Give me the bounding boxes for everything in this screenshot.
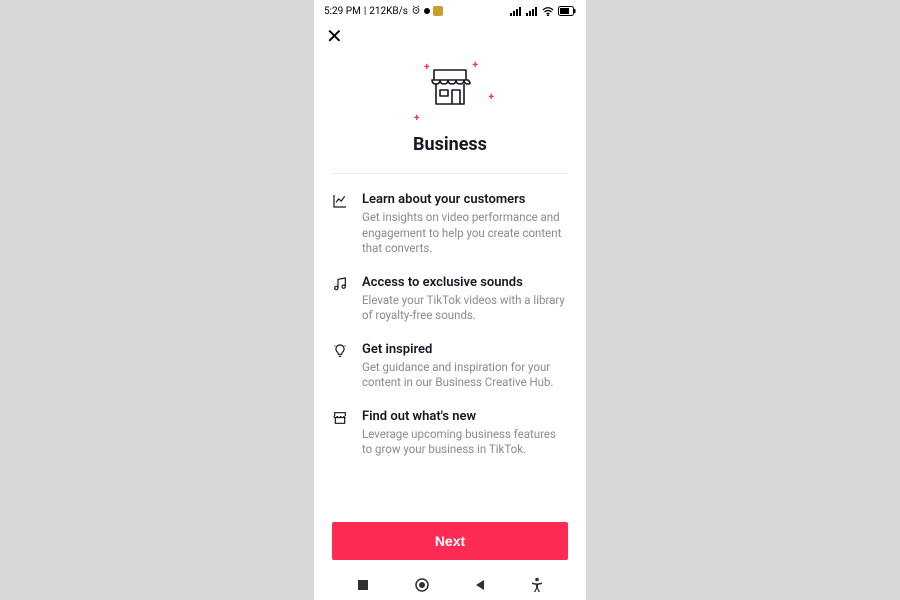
status-time: 5:29 PM (324, 6, 361, 17)
recents-icon[interactable] (356, 578, 370, 592)
sparkle-icon: + (414, 113, 419, 124)
close-icon[interactable]: ✕ (326, 26, 343, 46)
feature-title: Find out what's new (362, 409, 568, 424)
signal-icon (510, 7, 522, 16)
feature-item: Learn about your customers Get insights … (332, 192, 568, 257)
status-right (510, 6, 576, 16)
feature-item: Access to exclusive sounds Elevate your … (332, 275, 568, 324)
back-icon[interactable] (474, 578, 486, 592)
analytics-icon (332, 192, 350, 257)
sparkle-icon: + (489, 92, 494, 103)
signal-icon-2 (526, 7, 538, 16)
status-bar: 5:29 PM | 212KB/s (314, 0, 586, 22)
alarm-icon (411, 5, 421, 18)
home-icon[interactable] (414, 577, 430, 593)
status-app-icon (433, 6, 443, 16)
next-button[interactable]: Next (332, 522, 568, 560)
hero-section: + + + + Business (332, 50, 568, 174)
lightbulb-icon (332, 342, 350, 391)
feature-text: Access to exclusive sounds Elevate your … (362, 275, 568, 324)
feature-title: Access to exclusive sounds (362, 275, 568, 290)
status-dot-icon (424, 8, 430, 14)
feature-desc: Get guidance and inspiration for your co… (362, 360, 568, 391)
status-left: 5:29 PM | 212KB/s (324, 5, 443, 18)
status-separator: | (364, 6, 366, 17)
accessibility-icon[interactable] (530, 577, 544, 593)
battery-icon (558, 6, 576, 16)
music-note-icon (332, 275, 350, 324)
feature-title: Get inspired (362, 342, 568, 357)
feature-item: Get inspired Get guidance and inspiratio… (332, 342, 568, 391)
page-title: Business (332, 134, 568, 155)
top-bar: ✕ (314, 22, 586, 50)
cta-wrap: Next (314, 522, 586, 570)
feature-desc: Get insights on video performance and en… (362, 210, 568, 257)
sparkle-icon: + (424, 62, 429, 73)
feature-text: Find out what's new Leverage upcoming bu… (362, 409, 568, 458)
feature-text: Learn about your customers Get insights … (362, 192, 568, 257)
status-network-speed: 212KB/s (369, 6, 408, 17)
feature-item: Find out what's new Leverage upcoming bu… (332, 409, 568, 458)
feature-text: Get inspired Get guidance and inspiratio… (362, 342, 568, 391)
store-illustration: + + + + (410, 64, 490, 124)
storefront-icon (332, 409, 350, 458)
sparkle-icon: + (473, 60, 478, 71)
feature-title: Learn about your customers (362, 192, 568, 207)
features-list: Learn about your customers Get insights … (314, 174, 586, 522)
system-nav-bar (314, 570, 586, 600)
store-icon (428, 64, 472, 106)
feature-desc: Leverage upcoming business features to g… (362, 427, 568, 458)
wifi-icon (542, 6, 554, 16)
phone-screen: 5:29 PM | 212KB/s ✕ (314, 0, 586, 600)
feature-desc: Elevate your TikTok videos with a librar… (362, 293, 568, 324)
